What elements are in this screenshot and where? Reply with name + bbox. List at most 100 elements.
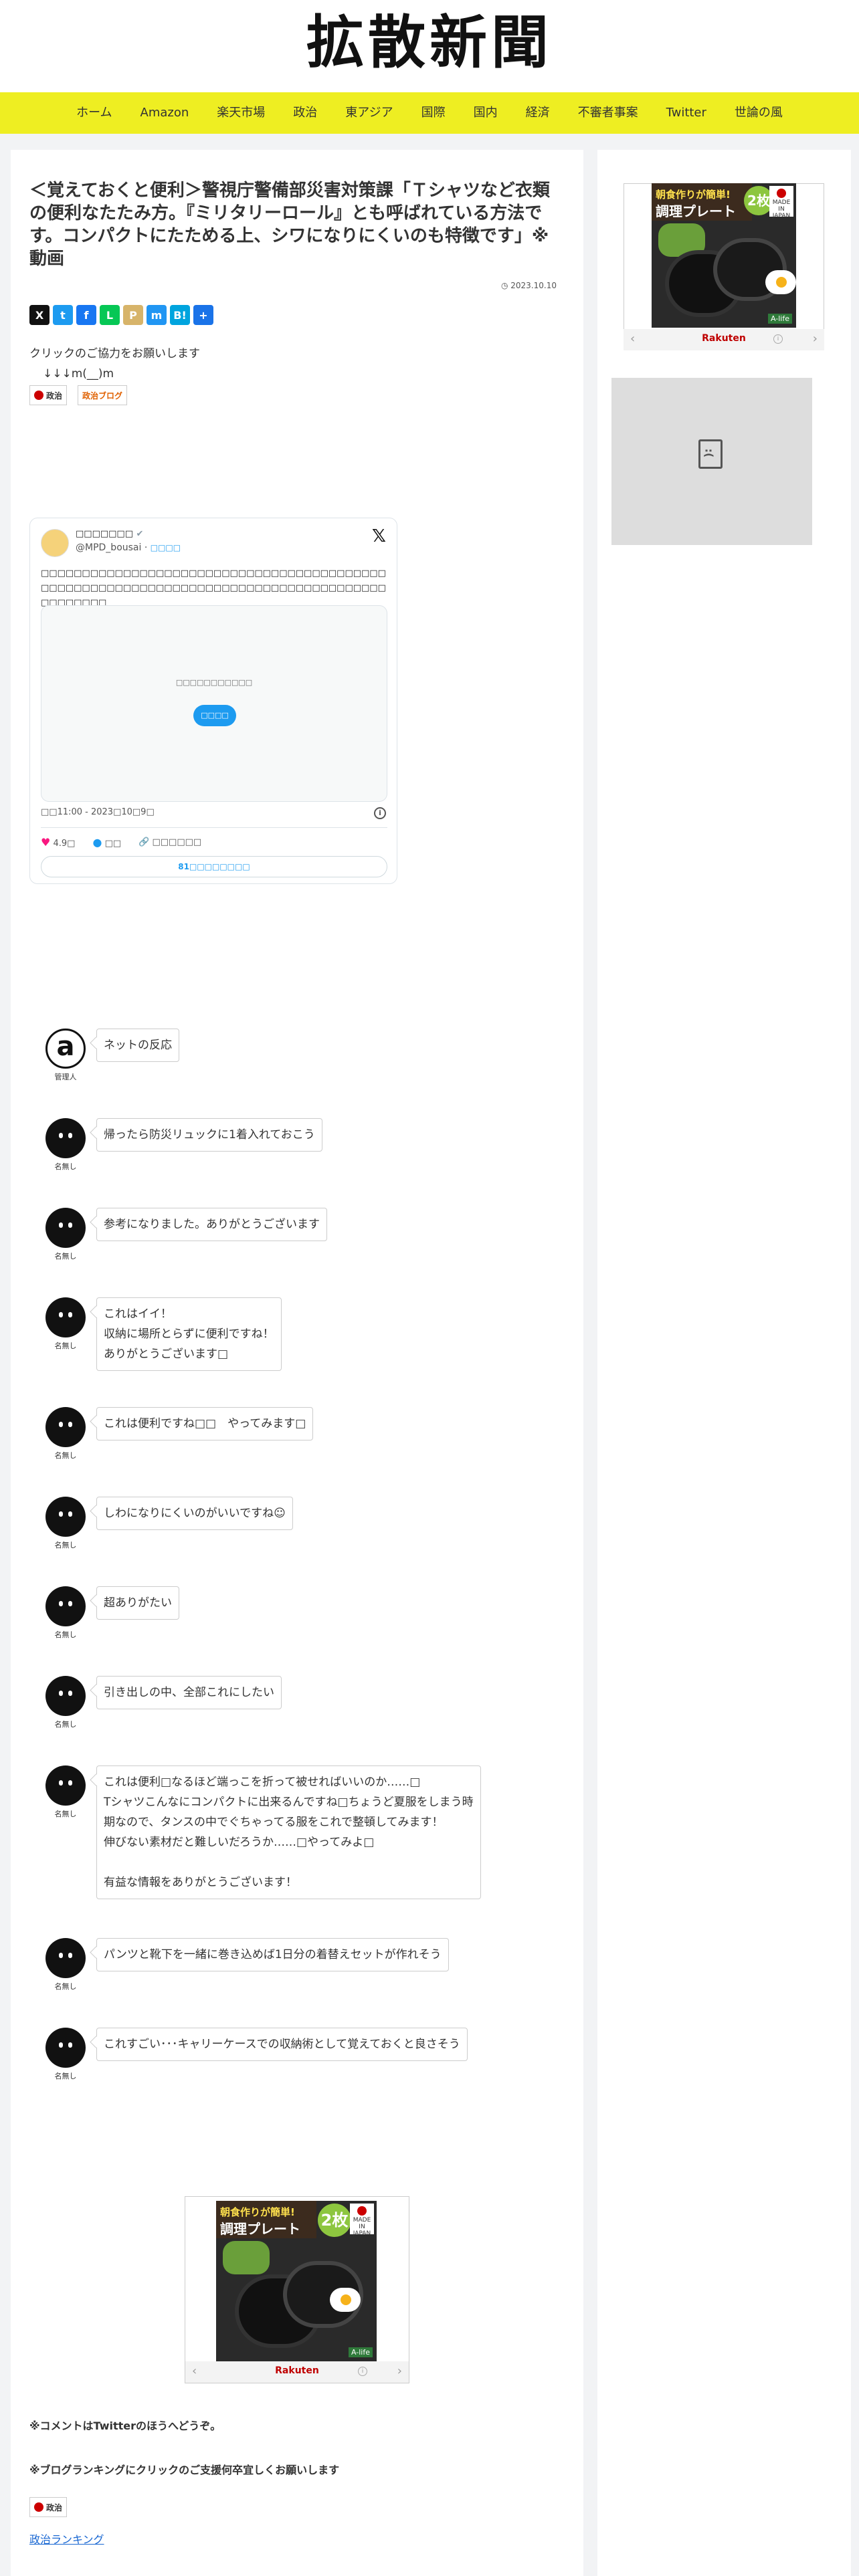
sidebar: 朝食作りが簡単! 調理プレート 2枚 MADE IN JAPAN A-life … [597,150,851,2576]
article-date-text: 2023.10.10 [510,281,557,290]
ad-madein: MADE IN JAPAN [350,2204,374,2237]
click-request-line1: クリックのご協力をお願いします [29,347,200,360]
avatar-eye [68,1511,72,1517]
plus-icon[interactable]: + [193,305,213,325]
comment-text: しわになりにくいのがいいですね☺ [96,1497,293,1530]
badge-dot-icon [34,2502,43,2512]
comment-text: これはイイ！ 収納に場所とらずに便利ですね！ ありがとうございます□ [96,1297,282,1371]
facebook-icon[interactable]: f [76,305,96,325]
heart-icon: ♥ [41,835,51,849]
comment-note: ※コメントはTwitterのほうへどうぞ。 [29,2420,221,2432]
rakuten-logo[interactable]: Rakuten [624,333,824,344]
rakuten-logo[interactable]: Rakuten [185,2365,409,2376]
info-icon[interactable]: i [374,807,386,819]
politics-rank-badge-bottom[interactable]: 政治 [29,2497,68,2517]
avatar-eye [68,1133,72,1138]
ad-product: 調理プレート [220,2221,300,2237]
site-header: 拡散新聞 [0,0,859,92]
blog-rank-badge[interactable]: 政治ブログ [78,385,128,405]
nav-item-opinion[interactable]: 世論の風 [721,92,797,134]
chevron-right-icon[interactable]: › [397,2364,402,2378]
badge-dot-icon [34,391,43,400]
tweet-display-name[interactable]: □□□□□□□ ✔ [76,529,143,539]
japan-flag-icon [357,2206,367,2216]
sidebar-ad-madein: MADE IN JAPAN [769,186,793,219]
tweet-timestamp[interactable]: □□11:00 - 2023□10□9□ [41,807,155,817]
comment-text: ネットの反応 [96,1029,179,1062]
tweet-reply[interactable]: ● □□ [92,836,121,849]
tweet-media[interactable]: □□□□□□□□□□□ □□□□ [41,605,387,802]
nav-item-twitter[interactable]: Twitter [652,92,721,134]
tweet-actions: ♥ 4.9□ ● □□ 🔗 □□□□□□ [41,834,201,850]
nav-item-economy[interactable]: 経済 [512,92,564,134]
politics-badge-label: 政治 [46,391,63,401]
anonymous-avatar [45,1297,86,1337]
politics-ranking-link[interactable]: 政治ランキング [29,2531,104,2547]
avatar-eye [59,1133,63,1138]
nav-item-suspicious[interactable]: 不審者事案 [564,92,652,134]
tweet-media-button[interactable]: □□□□ [193,705,236,726]
site-logo[interactable]: 拡散新聞 [0,9,859,76]
nav-item-amazon[interactable]: Amazon [126,92,203,134]
nav-item-international[interactable]: 国際 [407,92,460,134]
sidebar-ad-brand: A-life [767,314,792,324]
chevron-right-icon[interactable]: › [813,332,818,346]
nav-item-politics[interactable]: 政治 [279,92,331,134]
comment-author: 名無し [54,1982,77,1991]
ad-image[interactable]: 朝食作りが簡単! 調理プレート 2枚 MADE IN JAPAN A-life [216,2201,377,2361]
nav-item-home[interactable]: ホーム [62,92,126,134]
sidebar-ad-footer: ‹ Rakuten i › [624,329,824,350]
tweet-copy-link[interactable]: 🔗 □□□□□□ [138,837,201,847]
japan-flag-icon [777,189,786,198]
ad-brand: A-life [348,2347,373,2357]
sidebar-ad-headline: 朝食作りが簡単! [656,189,731,201]
ad-madein-text: MADE IN JAPAN [353,2217,371,2237]
nav-item-rakuten[interactable]: 楽天市場 [203,92,279,134]
comment-author: 名無し [54,1451,77,1460]
avatar-eye [68,2042,72,2048]
embedded-tweet[interactable]: □□□□□□□ ✔ @MPD_bousai · □□□□ 𝕏 □□□□□□□□□… [29,518,397,884]
x-icon[interactable]: X [29,305,50,325]
ad-info-icon[interactable]: i [773,334,783,344]
tweet-follow-link[interactable]: □□□□ [151,543,181,552]
ad-headline: 朝食作りが簡単! [220,2206,295,2218]
bottom-ad[interactable]: 朝食作りが簡単! 調理プレート 2枚 MADE IN JAPAN A-life … [185,2196,409,2383]
x-logo-icon[interactable]: 𝕏 [372,526,386,546]
line-icon[interactable]: L [100,305,120,325]
comment-author: 名無し [54,1341,77,1350]
pocket-icon[interactable]: P [123,305,143,325]
nav-item-domestic[interactable]: 国内 [460,92,512,134]
comment-author: 名無し [54,1630,77,1639]
anonymous-avatar [45,1407,86,1447]
sidebar-ad[interactable]: 朝食作りが簡単! 調理プレート 2枚 MADE IN JAPAN A-life … [624,183,824,350]
avatar-eye [59,1953,63,1958]
comment-text: これすごい･･･キャリーケースでの収納術として覚えておくと良さそう [96,2028,468,2061]
vegetables-image [223,2241,270,2274]
comment-author: 名無し [54,1252,77,1261]
tweet-reply-label: □□ [104,838,122,849]
avatar-eye [59,1422,63,1427]
ranking-note: ※ブログランキングにクリックのご支援何卒宜しくお願いします [29,2464,340,2476]
sidebar-ad-image[interactable]: 朝食作りが簡単! 調理プレート 2枚 MADE IN JAPAN A-life [652,183,796,328]
ranking-badges: 政治 政治ブログ [29,385,128,405]
article-date: ◷ 2023.10.10 [500,281,557,290]
comment-text: 参考になりました。ありがとうございます [96,1208,327,1241]
comment-text: 超ありがたい [96,1586,179,1620]
tweet-avatar[interactable] [41,529,69,557]
tweet-read-replies-button[interactable]: 81□□□□□□□□ [41,856,387,877]
tweet-like[interactable]: ♥ 4.9□ [41,836,75,849]
comment-author: 名無し [54,1810,77,1818]
link-icon: 🔗 [138,837,150,847]
messenger-icon[interactable]: m [147,305,167,325]
comment-text: 引き出しの中、全部これにしたい [96,1676,282,1709]
ad-info-icon[interactable]: i [358,2367,367,2376]
nav-item-east-asia[interactable]: 東アジア [331,92,407,134]
tweet-handle-text: @MPD_bousai · [76,542,151,553]
broken-image-placeholder [611,378,812,545]
politics-rank-badge[interactable]: 政治 [29,385,68,405]
avatar-eye [68,1601,72,1606]
twitter-icon[interactable]: t [53,305,73,325]
avatar-eye [68,1780,72,1786]
hatena-icon[interactable]: B! [170,305,190,325]
click-request: クリックのご協力をお願いします ↓↓↓m(__)m [29,344,200,384]
